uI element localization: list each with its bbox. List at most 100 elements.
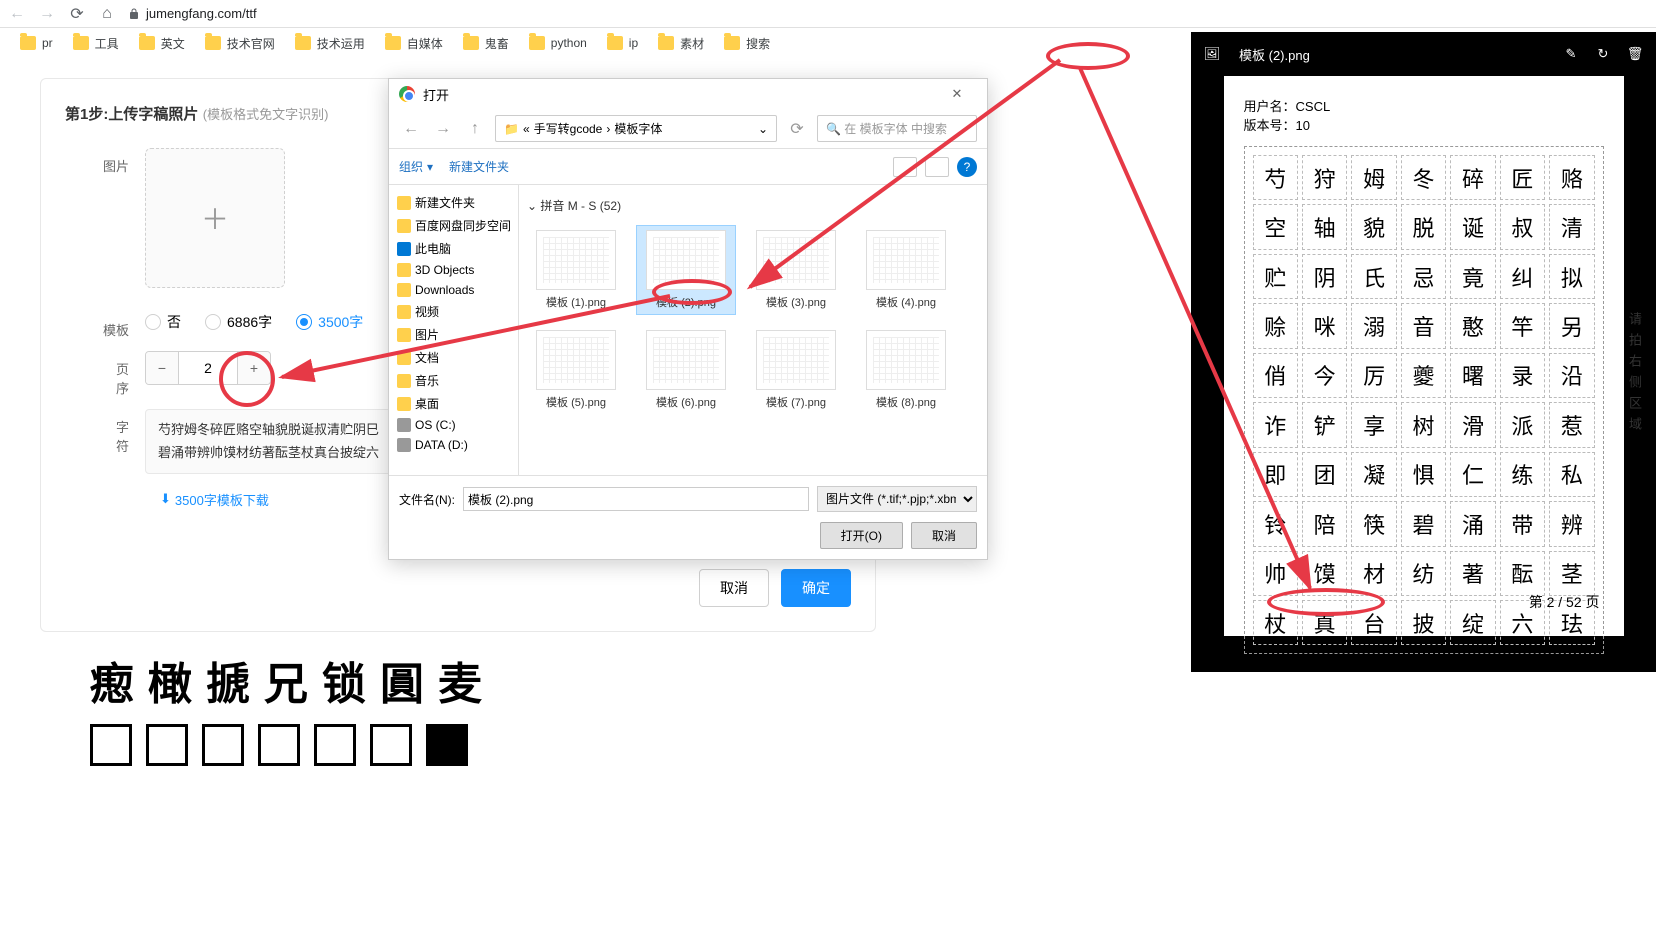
- dlg-search-input[interactable]: 🔍 在 模板字体 中搜索: [817, 115, 977, 142]
- dlg-view2-button[interactable]: [925, 157, 949, 177]
- group-header[interactable]: ⌄ 拼音 M - S (52): [527, 193, 979, 218]
- dlg-refresh-icon[interactable]: ⟳: [785, 117, 809, 141]
- dlg-help-button[interactable]: ?: [957, 157, 977, 177]
- nav-back-icon[interactable]: ←: [8, 5, 26, 23]
- dlg-path[interactable]: 📁 « 手写转gcode › 模板字体 ⌄: [495, 115, 777, 142]
- file-item[interactable]: 模板 (8).png: [857, 326, 955, 414]
- square-row: [90, 724, 1616, 766]
- tree-icon: [397, 351, 411, 365]
- char-cell: 碧: [1401, 501, 1446, 546]
- image-icon[interactable]: 🖼: [1203, 45, 1221, 63]
- dlg-back-icon[interactable]: ←: [399, 117, 423, 141]
- radio-3500[interactable]: 3500字: [296, 312, 363, 332]
- chrome-icon: [399, 86, 415, 102]
- char-cell: 团: [1302, 452, 1347, 497]
- dialog-close-button[interactable]: ✕: [937, 86, 977, 102]
- viewer-title: 模板 (2).png: [1239, 45, 1310, 64]
- address-bar[interactable]: jumengfang.com/ttf: [128, 6, 728, 21]
- file-item[interactable]: 模板 (2).png: [637, 226, 735, 314]
- square-empty: [202, 724, 244, 766]
- dlg-newfolder-button[interactable]: 新建文件夹: [449, 158, 509, 175]
- file-thumb: [866, 230, 946, 290]
- step-minus-button[interactable]: −: [146, 352, 178, 384]
- upload-dropzone[interactable]: ＋: [145, 148, 285, 288]
- file-item[interactable]: 模板 (6).png: [637, 326, 735, 414]
- fn-filter[interactable]: 图片文件 (*.tif;*.pjp;*.xbm;*.jxl: [817, 486, 977, 512]
- file-thumb: [756, 230, 836, 290]
- char-cell: 私: [1549, 452, 1594, 497]
- char-cell: 碎: [1450, 155, 1495, 200]
- char-cell: 俏: [1253, 353, 1298, 398]
- tree-item[interactable]: Downloads: [393, 280, 514, 300]
- dlg-tree: 新建文件夹百度网盘同步空间此电脑3D ObjectsDownloads视频图片文…: [389, 185, 519, 475]
- bookmark-搜索[interactable]: 搜索: [716, 31, 778, 56]
- bookmark-素材[interactable]: 素材: [650, 31, 712, 56]
- folder-icon: [463, 36, 479, 50]
- bookmark-自媒体[interactable]: 自媒体: [377, 31, 451, 56]
- char-cell: 惹: [1549, 402, 1594, 447]
- bookmark-pr[interactable]: pr: [12, 32, 61, 54]
- ok-button[interactable]: 确定: [781, 569, 851, 607]
- tree-item[interactable]: 视频: [393, 300, 514, 323]
- tree-item[interactable]: 图片: [393, 323, 514, 346]
- download-template-link[interactable]: ⬇ 3500字模板下载: [160, 490, 269, 509]
- file-item[interactable]: 模板 (7).png: [747, 326, 845, 414]
- bookmark-技术官网[interactable]: 技术官网: [197, 31, 283, 56]
- tree-item[interactable]: 百度网盘同步空间: [393, 214, 514, 237]
- dlg-open-button[interactable]: 打开(O): [820, 522, 903, 549]
- char-cell: 阴: [1302, 254, 1347, 299]
- folder-icon: [139, 36, 155, 50]
- nav-home-icon[interactable]: ⌂: [98, 5, 116, 23]
- char-cell: 带: [1500, 501, 1545, 546]
- file-item[interactable]: 模板 (5).png: [527, 326, 625, 414]
- cancel-button[interactable]: 取消: [699, 569, 769, 607]
- file-item[interactable]: 模板 (4).png: [857, 226, 955, 314]
- char-cell: 辨: [1549, 501, 1594, 546]
- char-cell: 芍: [1253, 155, 1298, 200]
- tree-item[interactable]: 桌面: [393, 392, 514, 415]
- dlg-fwd-icon[interactable]: →: [431, 117, 455, 141]
- tree-item[interactable]: DATA (D:): [393, 435, 514, 455]
- char-cell: 披: [1401, 600, 1446, 645]
- rotate-icon[interactable]: ↻: [1594, 45, 1612, 63]
- tree-item[interactable]: 新建文件夹: [393, 191, 514, 214]
- tree-item[interactable]: 3D Objects: [393, 260, 514, 280]
- folder-icon: [658, 36, 674, 50]
- edit-icon[interactable]: ✎: [1562, 45, 1580, 63]
- nav-fwd-icon[interactable]: →: [38, 5, 56, 23]
- fn-input[interactable]: [463, 487, 809, 511]
- bookmark-工具[interactable]: 工具: [65, 31, 127, 56]
- delete-icon[interactable]: 🗑: [1626, 45, 1644, 63]
- radio-6886[interactable]: 6886字: [205, 312, 272, 332]
- step-plus-button[interactable]: +: [238, 352, 270, 384]
- tree-item[interactable]: 此电脑: [393, 237, 514, 260]
- folder-icon: [205, 36, 221, 50]
- dlg-organize-button[interactable]: 组织 ▾: [399, 158, 433, 175]
- square-empty: [258, 724, 300, 766]
- file-thumb: [756, 330, 836, 390]
- dlg-cancel-button[interactable]: 取消: [911, 522, 977, 549]
- dialog-title: 打开: [423, 85, 449, 104]
- bookmark-英文[interactable]: 英文: [131, 31, 193, 56]
- char-cell: 轴: [1302, 204, 1347, 249]
- folder-icon: [724, 36, 740, 50]
- file-item[interactable]: 模板 (1).png: [527, 226, 625, 314]
- file-thumb: [646, 230, 726, 290]
- dlg-view1-button[interactable]: [893, 157, 917, 177]
- tree-item[interactable]: 文档: [393, 346, 514, 369]
- bookmark-ip[interactable]: ip: [599, 32, 646, 54]
- char-cell: 派: [1500, 402, 1545, 447]
- dlg-up-icon[interactable]: ↑: [463, 117, 487, 141]
- bookmark-python[interactable]: python: [521, 32, 595, 54]
- bookmark-技术运用[interactable]: 技术运用: [287, 31, 373, 56]
- bookmark-鬼畜[interactable]: 鬼畜: [455, 31, 517, 56]
- fn-label: 文件名(N):: [399, 491, 455, 508]
- radio-no[interactable]: 否: [145, 312, 181, 332]
- tree-item[interactable]: OS (C:): [393, 415, 514, 435]
- file-item[interactable]: 模板 (3).png: [747, 226, 845, 314]
- nav-reload-icon[interactable]: ⟳: [68, 5, 86, 23]
- tree-item[interactable]: 音乐: [393, 369, 514, 392]
- char-cell: 真: [1302, 600, 1347, 645]
- page-input[interactable]: [178, 352, 238, 384]
- char-cell: 拟: [1549, 254, 1594, 299]
